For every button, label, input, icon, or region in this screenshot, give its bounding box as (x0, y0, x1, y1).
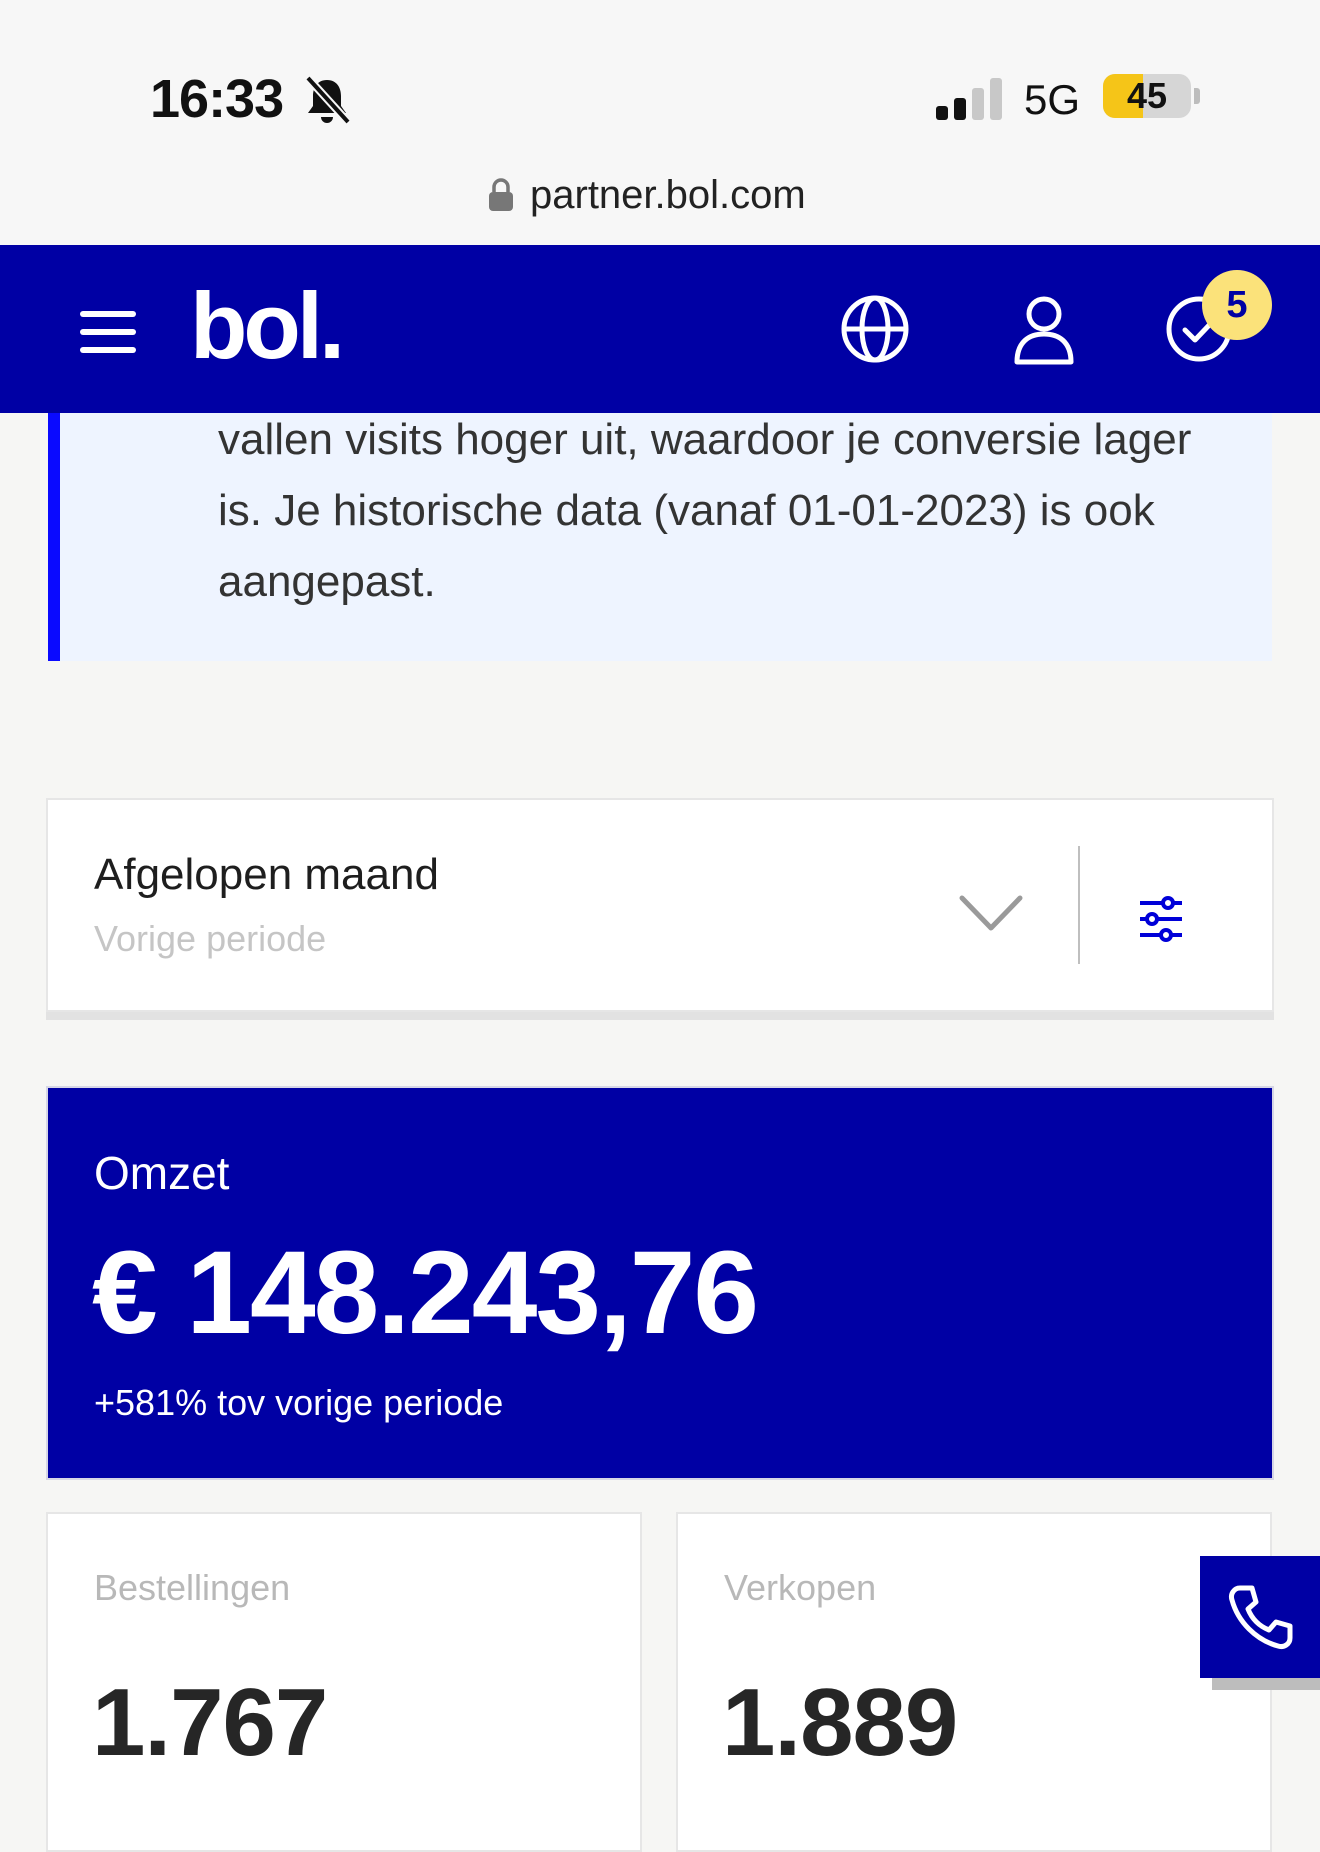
period-subtitle: Vorige periode (94, 918, 327, 959)
sales-label: Verkopen (724, 1567, 877, 1608)
lock-icon (489, 178, 513, 211)
filter-icon[interactable] (1138, 894, 1184, 944)
user-icon[interactable] (1012, 294, 1076, 366)
battery-icon: 45 (1103, 74, 1191, 118)
revenue-change: +581% tov vorige periode (94, 1382, 504, 1423)
info-text: vallen visits hoger uit, waardoor je con… (218, 415, 1192, 606)
phone-icon[interactable] (1226, 1582, 1296, 1652)
menu-icon-overlay[interactable] (80, 311, 136, 353)
period-selector[interactable] (46, 798, 1274, 1012)
revenue-value: € 148.243,76 (92, 1227, 759, 1359)
sales-value: 1.889 (722, 1669, 958, 1776)
period-divider (1078, 846, 1080, 964)
network-type: 5G (1024, 76, 1081, 123)
battery-percentage: 45 (1126, 75, 1168, 116)
revenue-label: Omzet (94, 1147, 230, 1199)
period-title[interactable]: Afgelopen maand (94, 850, 439, 900)
url-bar[interactable]: partner.bol.com (530, 173, 806, 218)
orders-value: 1.767 (92, 1669, 328, 1776)
signal-icon (936, 78, 1002, 120)
chevron-down-icon[interactable] (958, 890, 1024, 938)
notification-badge-overlay[interactable]: 5 (1202, 270, 1272, 340)
orders-label: Bestellingen (94, 1567, 291, 1608)
battery-cap (1194, 88, 1200, 104)
globe-icon[interactable] (840, 294, 910, 364)
bol-logo-overlay[interactable]: bol. (190, 272, 345, 380)
bell-slash-icon (305, 75, 351, 125)
status-time: 16:33 (150, 69, 284, 129)
